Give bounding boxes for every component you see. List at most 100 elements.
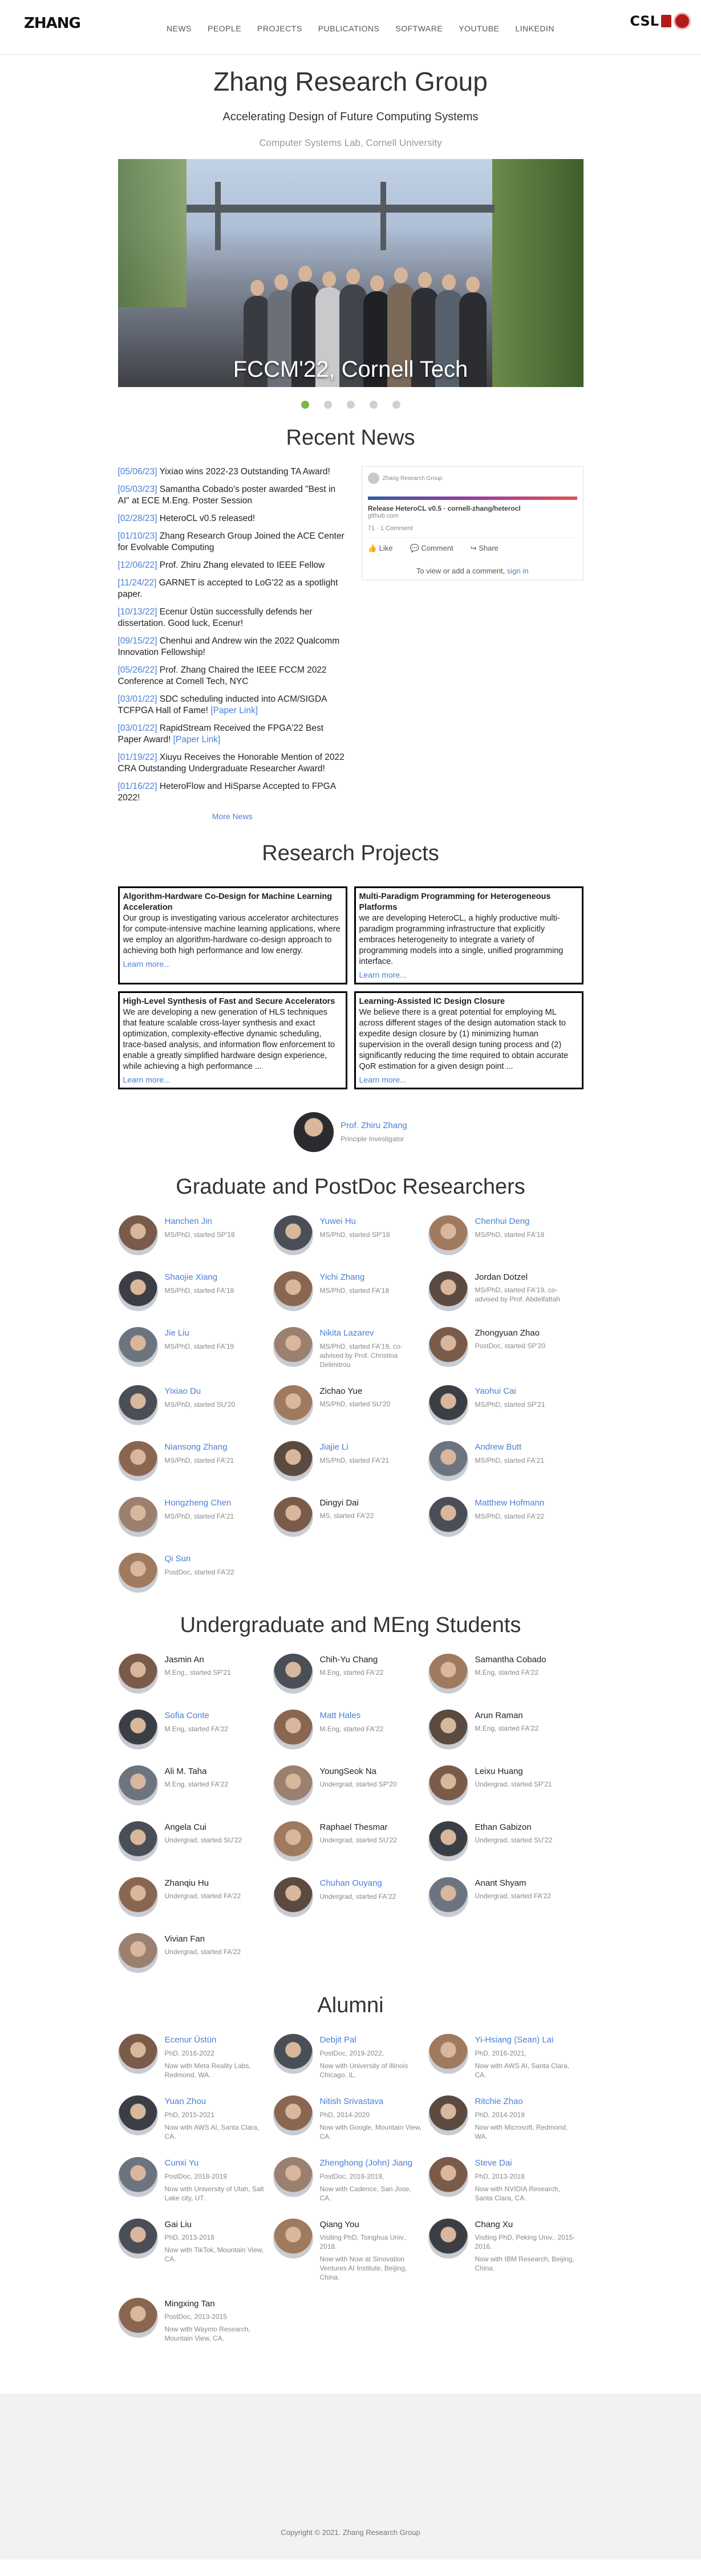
sign-in-link[interactable]: sign in: [507, 567, 529, 575]
person-name[interactable]: Niansong Zhang: [165, 1442, 228, 1452]
person-name[interactable]: Sofia Conte: [165, 1711, 209, 1720]
carousel-dot[interactable]: [346, 401, 355, 409]
reaction-count[interactable]: 71 · 1 Comment: [368, 525, 577, 532]
news-date: [05/03/23]: [117, 485, 157, 494]
nav-software[interactable]: SOFTWARE: [395, 24, 443, 33]
person-card: Sofia Conte M.Eng, started FA'22: [117, 1710, 273, 1749]
person-name[interactable]: Chuhan Ouyang: [320, 1878, 382, 1888]
person-name[interactable]: Jiajie Li: [320, 1442, 349, 1452]
person-card: Ritchie Zhao PhD, 2014-2019 Now with Micro…: [428, 2095, 584, 2141]
linkedin-post-title[interactable]: Release HeteroCL v0.5 · cornell-zhang/he…: [368, 504, 577, 512]
project-description: we are developing HeteroCL, a highly pro…: [359, 914, 564, 966]
photo-person-head: [418, 272, 432, 288]
news-date: [01/19/22]: [117, 752, 157, 762]
person-name[interactable]: Andrew Butt: [475, 1442, 522, 1452]
person-name[interactable]: Yuan Zhou: [165, 2097, 206, 2106]
news-date: [05/26/22]: [117, 665, 157, 675]
group-logo[interactable]: ZHANG: [24, 15, 81, 32]
person-name: Vivian Fan: [164, 1934, 205, 1944]
person-role: PhD, 2014-2020: [319, 2111, 370, 2119]
person-name[interactable]: Yaohui Cai: [475, 1386, 516, 1396]
carousel-dot[interactable]: [369, 401, 378, 409]
csl-logo[interactable]: CSL: [630, 13, 691, 30]
person-info: Jordan Dotzel MS/PhD, started FA'19, co-a…: [475, 1271, 578, 1304]
person-card: Leixu Huang Undergrad, started SP'21: [428, 1765, 584, 1805]
nav-youtube[interactable]: YOUTUBE: [459, 24, 499, 33]
person-name[interactable]: Yichi Zhang: [320, 1272, 365, 1282]
share-button[interactable]: ↪ Share: [471, 544, 499, 553]
nav-news[interactable]: NEWS: [167, 24, 192, 33]
person-name[interactable]: Yi-Hsiang (Sean) Lai: [475, 2035, 554, 2045]
person-name[interactable]: Nikita Lazarev: [320, 1328, 374, 1338]
person-name[interactable]: Steve Dai: [475, 2158, 512, 2168]
like-button[interactable]: 👍 Like: [368, 544, 393, 553]
person-card: Mingxing Tan PostDoc, 2013-2015 Now with W…: [117, 2298, 273, 2343]
learn-more-link[interactable]: Learn more...: [359, 1075, 578, 1085]
person-card: Yuwei Hu MS/PhD, started SP'18: [273, 1215, 428, 1255]
linkedin-embed[interactable]: Zhang Research Group Release HeteroCL v0…: [361, 466, 584, 580]
person-name[interactable]: Matt Hales: [320, 1711, 361, 1720]
person-name[interactable]: Chenhui Deng: [475, 1216, 530, 1226]
person-current-position: Now with Google, Mountain View, CA.: [319, 2123, 422, 2140]
person-role: MS/PhD, started FA'18: [164, 1287, 234, 1295]
person-name[interactable]: Debjit Pal: [320, 2035, 356, 2045]
person-name[interactable]: Yuwei Hu: [320, 1216, 356, 1226]
pi-name-link[interactable]: Prof. Zhiru Zhang: [341, 1121, 407, 1130]
photo-person-head: [346, 268, 360, 284]
nav-publications[interactable]: PUBLICATIONS: [318, 24, 380, 33]
person-name[interactable]: Cunxi Yu: [165, 2158, 199, 2168]
learn-more-link[interactable]: Learn more...: [123, 959, 342, 970]
carousel-dot[interactable]: [301, 401, 309, 409]
page-subtitle: Accelerating Design of Future Computing …: [222, 111, 479, 123]
person-name: Zhongyuan Zhao: [475, 1328, 540, 1338]
person-name[interactable]: Matthew Hofmann: [475, 1498, 545, 1508]
person-card: YoungSeok Na Undergrad, started SP'20: [273, 1765, 428, 1805]
avatar: [273, 2157, 313, 2197]
avatar: [117, 2298, 158, 2338]
carousel-dot[interactable]: [323, 401, 332, 409]
person-name[interactable]: Ecenur Üstün: [165, 2035, 217, 2045]
avatar: [428, 2095, 468, 2135]
news-date: [02/28/23]: [117, 514, 157, 523]
nav-projects[interactable]: PROJECTS: [257, 24, 302, 33]
carousel-indicators: [0, 401, 701, 409]
person-name[interactable]: Hongzheng Chen: [165, 1498, 232, 1508]
photo-person-head: [322, 271, 336, 287]
person-name[interactable]: Ritchie Zhao: [475, 2097, 523, 2106]
avatar: [273, 1654, 313, 1694]
news-item: [01/16/22] HeteroFlow and HiSparse Accep…: [118, 781, 347, 804]
nav-people[interactable]: PEOPLE: [208, 24, 241, 33]
learn-more-link[interactable]: Learn more...: [359, 970, 578, 980]
person-name[interactable]: Shaojie Xiang: [165, 1272, 218, 1282]
paper-link[interactable]: [Paper Link]: [210, 706, 258, 715]
person-name[interactable]: Zhenghong (John) Jiang: [320, 2158, 413, 2168]
person-name[interactable]: Qi Sun: [165, 1554, 191, 1564]
person-info: Yi-Hsiang (Sean) Lai PhD, 2016-2021, Now w…: [475, 2034, 578, 2079]
more-news-link[interactable]: More News: [212, 812, 253, 821]
person-card: Yixiao Du MS/PhD, started SU'20: [117, 1385, 273, 1425]
photo-carousel[interactable]: FCCM'22, Cornell Tech: [117, 159, 584, 387]
person-card: Yichi Zhang MS/PhD, started FA'18: [273, 1271, 428, 1311]
nav-linkedin[interactable]: LINKEDIN: [515, 24, 554, 33]
person-current-position: Now with IBM Research, Beijing, China.: [475, 2255, 574, 2272]
cornell-seal-icon: [674, 13, 691, 30]
carousel-dot[interactable]: [392, 401, 400, 409]
person-role: M.Eng., started SP'21: [164, 1669, 231, 1676]
person-name[interactable]: Hanchen Jin: [165, 1216, 212, 1226]
learn-more-link[interactable]: Learn more...: [123, 1075, 342, 1085]
avatar: [428, 1821, 468, 1861]
person-info: Niansong Zhang MS/PhD, started FA'21: [165, 1441, 268, 1465]
paper-link[interactable]: [Paper Link]: [173, 735, 221, 744]
person-card: Zhongyuan Zhao PostDoc, started SP'20: [428, 1327, 584, 1369]
person-name[interactable]: Yixiao Du: [165, 1386, 201, 1396]
person-card: Shaojie Xiang MS/PhD, started FA'18: [117, 1271, 273, 1311]
avatar: [428, 2219, 468, 2258]
person-name[interactable]: Jie Liu: [165, 1328, 189, 1338]
avatar: [273, 1441, 313, 1481]
comment-button[interactable]: 💬 Comment: [410, 544, 453, 553]
alumni-grid: Ecenur Üstün PhD, 2016-2022 Now with Meta …: [117, 2034, 584, 2343]
avatar: [428, 1765, 468, 1805]
person-name[interactable]: Nitish Srivastava: [320, 2097, 384, 2106]
photo-person-head: [441, 274, 456, 290]
person-current-position: Now with AWS AI, Santa Clara, CA.: [164, 2123, 260, 2140]
